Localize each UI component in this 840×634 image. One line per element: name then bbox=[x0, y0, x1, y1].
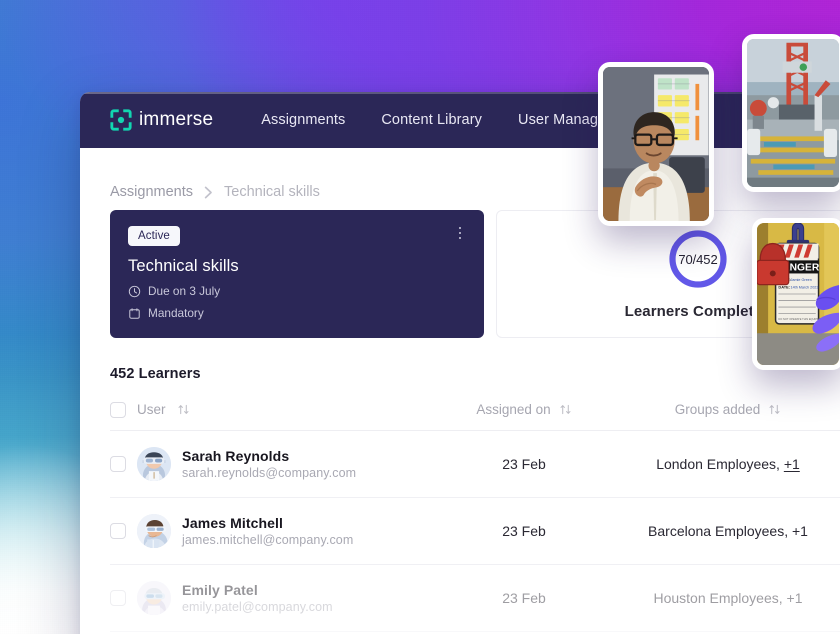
focus-target-icon bbox=[110, 109, 132, 131]
calendar-icon bbox=[128, 307, 141, 320]
progress-ring: 70/452 bbox=[667, 228, 729, 290]
brand-logo[interactable]: immerse bbox=[110, 109, 213, 131]
assignment-title: Technical skills bbox=[128, 257, 239, 275]
progress-caption: Learners Completed bbox=[624, 303, 772, 320]
status-badge: Active bbox=[128, 226, 180, 246]
assignment-due-text: Due on 3 July bbox=[148, 284, 221, 298]
app-window: immerse Assignments Content Library User… bbox=[80, 92, 840, 634]
user-email: sarah.reynolds@company.com bbox=[182, 466, 357, 480]
assignment-summary-card: Active Technical skills Due on 3 July Ma… bbox=[110, 210, 484, 338]
column-header-label: Groups added bbox=[674, 402, 761, 417]
summary-cards-row: Active Technical skills Due on 3 July Ma… bbox=[80, 210, 840, 338]
groups-text: Houston Employees, bbox=[653, 590, 787, 606]
media-card-avatar[interactable] bbox=[598, 62, 714, 226]
user-info: James Mitchell james.mitchell@company.co… bbox=[182, 515, 353, 547]
avatar bbox=[137, 581, 171, 615]
breadcrumb-current: Technical skills bbox=[224, 184, 320, 200]
user-name: James Mitchell bbox=[182, 515, 283, 531]
sort-arrows-icon[interactable] bbox=[559, 403, 572, 416]
assignment-type-line: Mandatory bbox=[128, 306, 466, 320]
cell-groups-added: London Employees, +1 bbox=[610, 456, 840, 472]
nav-item-assignments[interactable]: Assignments bbox=[261, 112, 345, 128]
groups-more-link[interactable]: +1 bbox=[787, 590, 803, 606]
assigned-on-value: 23 Feb bbox=[502, 456, 546, 472]
nav-item-label: Assignments bbox=[261, 112, 346, 128]
breadcrumb: Assignments Technical skills bbox=[80, 148, 840, 210]
groups-text: Barcelona Employees, bbox=[648, 523, 792, 539]
assignment-type-text: Mandatory bbox=[148, 306, 204, 320]
user-info: Emily Patel emily.patel@company.com bbox=[182, 582, 333, 614]
media-card-danger-tag[interactable]: DANGER NAME: DATE: Jamie Green 14th Marc… bbox=[752, 218, 840, 370]
kebab-menu-icon[interactable] bbox=[452, 224, 468, 242]
groups-more-link[interactable]: +1 bbox=[784, 456, 800, 472]
user-email: emily.patel@company.com bbox=[182, 600, 333, 614]
user-name: Sarah Reynolds bbox=[182, 448, 290, 464]
cell-user: Sarah Reynolds sarah.reynolds@company.co… bbox=[110, 447, 438, 481]
assigned-on-value: 23 Feb bbox=[502, 523, 546, 539]
groups-more-link[interactable]: +1 bbox=[792, 523, 808, 539]
breadcrumb-parent-link[interactable]: Assignments bbox=[110, 184, 193, 200]
table-row[interactable]: James Mitchell james.mitchell@company.co… bbox=[110, 498, 840, 565]
assigned-on-value: 23 Feb bbox=[502, 590, 546, 606]
column-header-assigned-on[interactable]: Assigned on bbox=[438, 402, 610, 417]
progress-value: 70/452 bbox=[678, 251, 718, 267]
column-header-label: User bbox=[137, 402, 166, 417]
sort-arrows-icon[interactable] bbox=[768, 403, 781, 416]
screenshot-stage: immerse Assignments Content Library User… bbox=[0, 0, 840, 634]
user-info: Sarah Reynolds sarah.reynolds@company.co… bbox=[182, 448, 356, 480]
user-email: james.mitchell@company.com bbox=[182, 533, 354, 547]
row-checkbox[interactable] bbox=[110, 590, 126, 606]
cell-assigned-on: 23 Feb bbox=[438, 456, 610, 472]
cell-user: Emily Patel emily.patel@company.com bbox=[110, 581, 438, 615]
row-checkbox[interactable] bbox=[110, 456, 126, 472]
svg-text:14th March 2023: 14th March 2023 bbox=[791, 285, 819, 289]
nav-item-content-library[interactable]: Content Library bbox=[381, 112, 482, 128]
learners-count: 452 Learners bbox=[110, 366, 201, 382]
table-row[interactable]: Sarah Reynolds sarah.reynolds@company.co… bbox=[110, 431, 840, 498]
select-all-checkbox[interactable] bbox=[110, 401, 126, 418]
cell-assigned-on: 23 Feb bbox=[438, 523, 610, 539]
learners-table: User Assigned on Groups added Sarah Reyn… bbox=[80, 399, 840, 632]
media-card-oil-rig[interactable] bbox=[742, 34, 840, 192]
table-header-row: User Assigned on Groups added bbox=[110, 399, 840, 431]
cell-groups-added: Barcelona Employees, +1 bbox=[610, 523, 840, 539]
svg-text:Jamie Green: Jamie Green bbox=[791, 278, 812, 282]
row-checkbox[interactable] bbox=[110, 523, 126, 539]
column-header-label: Assigned on bbox=[476, 402, 551, 417]
brand-name: immerse bbox=[139, 109, 214, 130]
chevron-right-icon bbox=[204, 186, 213, 199]
sort-arrows-icon[interactable] bbox=[177, 403, 190, 416]
cell-assigned-on: 23 Feb bbox=[438, 590, 610, 606]
groups-value: Houston Employees, +1 bbox=[653, 590, 802, 606]
groups-text: London Employees, bbox=[656, 456, 784, 472]
column-header-user[interactable]: User bbox=[110, 401, 438, 418]
avatar bbox=[137, 514, 171, 548]
cell-user: James Mitchell james.mitchell@company.co… bbox=[110, 514, 438, 548]
user-name: Emily Patel bbox=[182, 582, 258, 598]
avatar bbox=[137, 447, 171, 481]
assignment-due-line: Due on 3 July bbox=[128, 284, 466, 298]
clock-icon bbox=[128, 285, 141, 298]
table-row[interactable]: Emily Patel emily.patel@company.com 23 F… bbox=[110, 565, 840, 632]
top-navigation-bar: immerse Assignments Content Library User… bbox=[80, 92, 840, 148]
nav-item-label: Content Library bbox=[381, 112, 482, 128]
groups-value: London Employees, +1 bbox=[656, 456, 800, 472]
groups-value: Barcelona Employees, +1 bbox=[648, 523, 808, 539]
column-header-groups-added[interactable]: Groups added bbox=[610, 402, 840, 417]
cell-groups-added: Houston Employees, +1 bbox=[610, 590, 840, 606]
